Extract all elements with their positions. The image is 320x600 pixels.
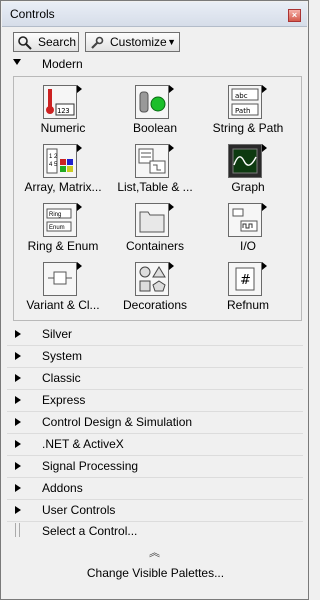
palette-item-label: Graph (231, 180, 265, 194)
palette-category-label: Express (42, 393, 86, 407)
io-icon (228, 203, 267, 237)
expand-triangle-icon (13, 59, 21, 65)
palette-item-label: Containers (125, 239, 185, 253)
collapsed-triangle-icon (15, 396, 21, 404)
palette-item-label: I/O (239, 239, 256, 253)
collapsed-triangle-icon (15, 440, 21, 448)
collapsed-triangle-icon (15, 418, 21, 426)
palette-category-addons[interactable]: Addons (7, 478, 303, 500)
dropdown-arrow-icon: ▼ (167, 37, 176, 47)
palette-item-label: Boolean (132, 121, 178, 135)
palette-item-label: Ring & Enum (27, 239, 99, 253)
palette-category-label: Classic (42, 371, 81, 385)
palette-category-express[interactable]: Express (7, 390, 303, 412)
ring-enum-icon: Ring Enum (43, 203, 82, 237)
palette-item-refnum[interactable]: # Refnum (204, 258, 292, 316)
palette-item-label: Variant & Cl... (26, 298, 100, 312)
graph-icon (228, 144, 267, 178)
refnum-icon: # (228, 262, 267, 296)
palette-category-user-controls[interactable]: User Controls (7, 500, 303, 522)
palette-item-decorations[interactable]: Decorations (111, 258, 199, 316)
palette-category-label: .NET & ActiveX (42, 437, 124, 451)
collapse-chevron-icon[interactable]: ︽ (149, 544, 160, 560)
palette-item-numeric[interactable]: 123 Numeric (19, 81, 107, 139)
string-path-icon: abc Path (228, 85, 267, 119)
palette-category-label: Signal Processing (42, 459, 139, 473)
palette-category-system[interactable]: System (7, 346, 303, 368)
close-icon[interactable]: × (288, 9, 301, 22)
customize-label: Customize (110, 35, 167, 49)
collapsed-triangle-icon (15, 506, 21, 514)
grip-icon (15, 523, 20, 537)
boolean-icon (135, 85, 174, 119)
collapsed-triangle-icon (15, 330, 21, 338)
search-button[interactable]: Search (13, 32, 79, 52)
collapsed-triangle-icon (15, 352, 21, 360)
palette-category-label: System (42, 349, 83, 363)
palette-category-signal-processing[interactable]: Signal Processing (7, 456, 303, 478)
palette-item-list-table[interactable]: List,Table & ... (111, 140, 199, 198)
palette-item-variant-class[interactable]: Variant & Cl... (19, 258, 107, 316)
palette-item-array-matrix[interactable]: 1 24 5 Array, Matrix... (19, 140, 107, 198)
search-label: Search (38, 35, 77, 49)
palette-item-label: Numeric (40, 121, 86, 135)
svg-text:Ring: Ring (49, 212, 61, 218)
palette-item-ring-enum[interactable]: Ring Enum Ring & Enum (19, 199, 107, 257)
palette-item-label: String & Path (212, 121, 284, 135)
change-visible-palettes-button[interactable]: Change Visible Palettes... (1, 566, 310, 580)
select-a-control-label: Select a Control... (42, 524, 138, 538)
search-icon (18, 36, 32, 50)
window-title: Controls (10, 7, 55, 21)
modern-palette-grid: 123 Numeric Boolean abc Path String & Pa… (13, 76, 302, 321)
collapsed-triangle-icon (15, 484, 21, 492)
wrench-icon (91, 36, 104, 49)
palette-category-classic[interactable]: Classic (7, 368, 303, 390)
palette-item-graph[interactable]: Graph (204, 140, 292, 198)
select-a-control[interactable]: Select a Control... (7, 520, 303, 542)
svg-text:#: # (240, 273, 251, 288)
customize-button[interactable]: Customize ▼ (85, 32, 180, 52)
palette-item-boolean[interactable]: Boolean (111, 81, 199, 139)
collapsed-triangle-icon (15, 374, 21, 382)
svg-text:123: 123 (57, 107, 70, 115)
modern-category-label: Modern (42, 57, 83, 71)
svg-text:abc: abc (235, 92, 248, 100)
svg-text:1 2: 1 2 (49, 154, 58, 160)
palette-item-io[interactable]: I/O (204, 199, 292, 257)
title-bar[interactable]: Controls × (2, 2, 307, 27)
decorations-icon (135, 262, 174, 296)
palette-category-control-design[interactable]: Control Design & Simulation (7, 412, 303, 434)
svg-text:4 5: 4 5 (49, 162, 58, 168)
palette-item-label: Decorations (122, 298, 188, 312)
palette-item-label: List,Table & ... (117, 180, 193, 194)
palette-category-label: Silver (42, 327, 73, 341)
palette-category-silver[interactable]: Silver (7, 324, 303, 346)
numeric-icon: 123 (43, 85, 82, 119)
palette-category-label: User Controls (42, 503, 116, 517)
svg-text:Enum: Enum (49, 225, 65, 231)
array-matrix-icon: 1 24 5 (43, 144, 82, 178)
palette-item-containers[interactable]: Containers (111, 199, 199, 257)
palette-item-label: Array, Matrix... (24, 180, 102, 194)
palette-category-label: Addons (42, 481, 83, 495)
variant-class-icon (43, 262, 82, 296)
palette-item-label: Refnum (226, 298, 270, 312)
svg-text:Path: Path (235, 107, 250, 115)
palette-category-dotnet-activex[interactable]: .NET & ActiveX (7, 434, 303, 456)
containers-icon (135, 203, 174, 237)
list-table-icon (135, 144, 174, 178)
palette-item-string-path[interactable]: abc Path String & Path (204, 81, 292, 139)
controls-palette: Controls × Search Customize ▼ Modern 123… (0, 0, 309, 600)
collapsed-triangle-icon (15, 462, 21, 470)
palette-category-label: Control Design & Simulation (42, 415, 193, 429)
